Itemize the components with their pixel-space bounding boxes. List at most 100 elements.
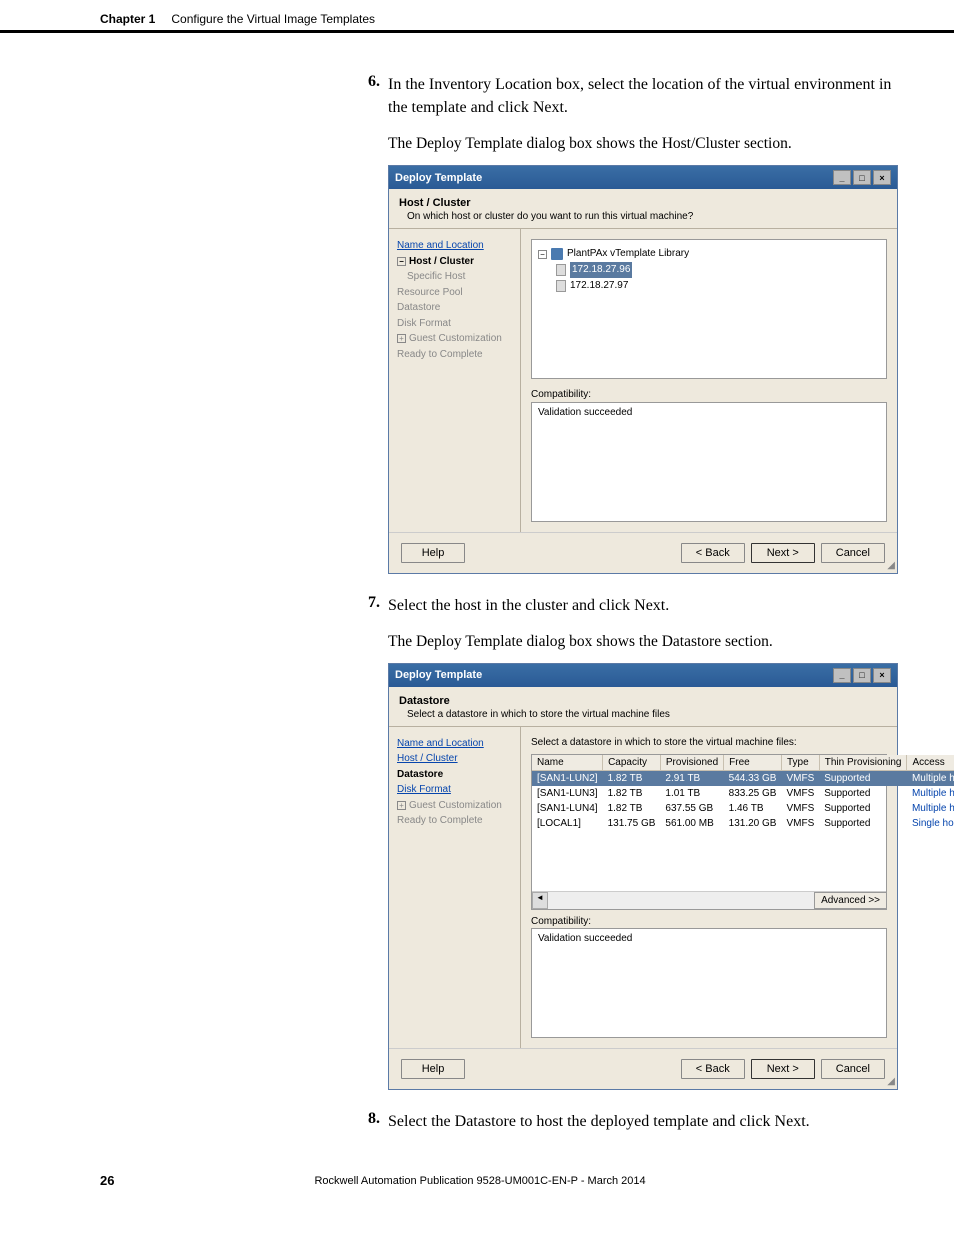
cell-free: 544.33 GB (724, 770, 782, 786)
cell-name: [SAN1-LUN2] (532, 770, 603, 786)
sidebar-host-cluster[interactable]: Host / Cluster (397, 752, 512, 766)
minimize-icon[interactable]: _ (833, 668, 851, 683)
sidebar-specific-host: Specific Host (397, 270, 512, 284)
step-text: In the Inventory Location box, select th… (388, 73, 894, 119)
table-header-row: Name Capacity Provisioned Free Type Thin… (532, 755, 954, 771)
cell-cap: 1.82 TB (603, 801, 661, 816)
host-tree[interactable]: − PlantPAx vTemplate Library 172.18.27.9… (531, 239, 887, 379)
maximize-icon[interactable]: □ (853, 668, 871, 683)
expand-icon[interactable]: + (397, 801, 406, 810)
scroll-left-icon[interactable]: ◄ (532, 892, 548, 909)
help-button[interactable]: Help (401, 543, 465, 563)
titlebar-title: Deploy Template (395, 669, 482, 681)
step-text: Select the host in the cluster and click… (388, 594, 894, 617)
tree-host-2[interactable]: 172.18.27.97 (538, 278, 880, 294)
dialog-header-title: Datastore (399, 695, 887, 707)
resize-grip-icon[interactable]: ◢ (887, 560, 895, 571)
close-icon[interactable]: × (873, 668, 891, 683)
host-icon (556, 264, 566, 276)
table-row[interactable]: [SAN1-LUN3]1.82 TB1.01 TB833.25 GBVMFSSu… (532, 786, 954, 801)
cell-type: VMFS (781, 801, 819, 816)
table-row[interactable]: [LOCAL1]131.75 GB561.00 MB131.20 GBVMFSS… (532, 816, 954, 831)
cell-thin: Supported (819, 816, 907, 831)
back-button[interactable]: < Back (681, 543, 745, 563)
advanced-button[interactable]: Advanced >> (814, 892, 887, 909)
sidebar-name-location[interactable]: Name and Location (397, 737, 512, 751)
step-num: 7. (360, 594, 380, 617)
cell-name: [SAN1-LUN4] (532, 801, 603, 816)
sidebar-guest-customization: +Guest Customization (397, 332, 512, 346)
sidebar-name-location[interactable]: Name and Location (397, 239, 512, 253)
dialog-header-subtitle: On which host or cluster do you want to … (407, 211, 887, 222)
compatibility-label: Compatibility: (531, 916, 591, 927)
col-type[interactable]: Type (781, 755, 819, 771)
expand-icon[interactable]: + (397, 334, 406, 343)
cell-cap: 131.75 GB (603, 816, 661, 831)
tree-host-1-label: 172.18.27.96 (570, 262, 632, 278)
cell-cap: 1.82 TB (603, 770, 661, 786)
maximize-icon[interactable]: □ (853, 170, 871, 185)
cell-thin: Supported (819, 801, 907, 816)
tree-root-label: PlantPAx vTemplate Library (567, 246, 689, 262)
col-access[interactable]: Access (907, 755, 954, 771)
cell-type: VMFS (781, 770, 819, 786)
sidebar-disk-format: Disk Format (397, 317, 512, 331)
datastore-table[interactable]: Name Capacity Provisioned Free Type Thin… (531, 754, 887, 910)
back-button[interactable]: < Back (681, 1059, 745, 1079)
collapse-icon[interactable]: − (538, 250, 547, 259)
page-footer: 26 Rockwell Automation Publication 9528-… (0, 1173, 954, 1188)
cell-access: Multiple ho (907, 770, 954, 786)
chapter-title: Configure the Virtual Image Templates (171, 12, 375, 26)
page-header: Chapter 1 Configure the Virtual Image Te… (0, 0, 954, 33)
sidebar-ready: Ready to Complete (397, 348, 512, 362)
sidebar-guest-customization: +Guest Customization (397, 799, 512, 813)
sidebar-resource-pool: Resource Pool (397, 286, 512, 300)
tree-datacenter[interactable]: − PlantPAx vTemplate Library (538, 246, 880, 262)
compatibility-label: Compatibility: (531, 389, 887, 400)
tree-host-1[interactable]: 172.18.27.96 (538, 262, 880, 278)
cancel-button[interactable]: Cancel (821, 1059, 885, 1079)
cell-name: [LOCAL1] (532, 816, 603, 831)
col-provisioned[interactable]: Provisioned (660, 755, 723, 771)
cancel-button[interactable]: Cancel (821, 543, 885, 563)
next-button[interactable]: Next > (751, 543, 815, 563)
sidebar-disk-format[interactable]: Disk Format (397, 783, 512, 797)
page-number: 26 (100, 1173, 114, 1188)
col-free[interactable]: Free (724, 755, 782, 771)
col-name[interactable]: Name (532, 755, 603, 771)
cell-type: VMFS (781, 816, 819, 831)
titlebar: Deploy Template _ □ × (389, 166, 897, 189)
cell-type: VMFS (781, 786, 819, 801)
col-capacity[interactable]: Capacity (603, 755, 661, 771)
close-icon[interactable]: × (873, 170, 891, 185)
sidebar-datastore: Datastore (397, 768, 512, 782)
cell-prov: 637.55 GB (660, 801, 723, 816)
table-row[interactable]: [SAN1-LUN2]1.82 TB2.91 TB544.33 GBVMFSSu… (532, 770, 954, 786)
wizard-sidebar: Name and Location −Host / Cluster Specif… (389, 229, 521, 532)
datacenter-icon (551, 248, 563, 260)
cell-free: 833.25 GB (724, 786, 782, 801)
compatibility-text: Validation succeeded (538, 407, 632, 418)
sidebar-ready: Ready to Complete (397, 814, 512, 828)
host-icon (556, 280, 566, 292)
publication-info: Rockwell Automation Publication 9528-UM0… (314, 1175, 645, 1187)
dialog-header: Host / Cluster On which host or cluster … (389, 189, 897, 229)
cell-free: 1.46 TB (724, 801, 782, 816)
step-text: Select the Datastore to host the deploye… (388, 1110, 894, 1133)
collapse-icon[interactable]: − (397, 257, 406, 266)
col-thin[interactable]: Thin Provisioning (819, 755, 907, 771)
help-button[interactable]: Help (401, 1059, 465, 1079)
sidebar-host-cluster: −Host / Cluster (397, 255, 512, 269)
next-button[interactable]: Next > (751, 1059, 815, 1079)
compatibility-text: Validation succeeded (538, 933, 632, 944)
dialog-header-subtitle: Select a datastore in which to store the… (407, 709, 887, 720)
deploy-template-dialog-host: Deploy Template _ □ × Host / Cluster On … (388, 165, 898, 574)
datastore-instruction: Select a datastore in which to store the… (531, 737, 887, 748)
dialog-header-title: Host / Cluster (399, 197, 887, 209)
step-6-note: The Deploy Template dialog box shows the… (388, 133, 894, 155)
resize-grip-icon[interactable]: ◢ (887, 1076, 895, 1087)
cell-name: [SAN1-LUN3] (532, 786, 603, 801)
minimize-icon[interactable]: _ (833, 170, 851, 185)
cell-thin: Supported (819, 786, 907, 801)
table-row[interactable]: [SAN1-LUN4]1.82 TB637.55 GB1.46 TBVMFSSu… (532, 801, 954, 816)
